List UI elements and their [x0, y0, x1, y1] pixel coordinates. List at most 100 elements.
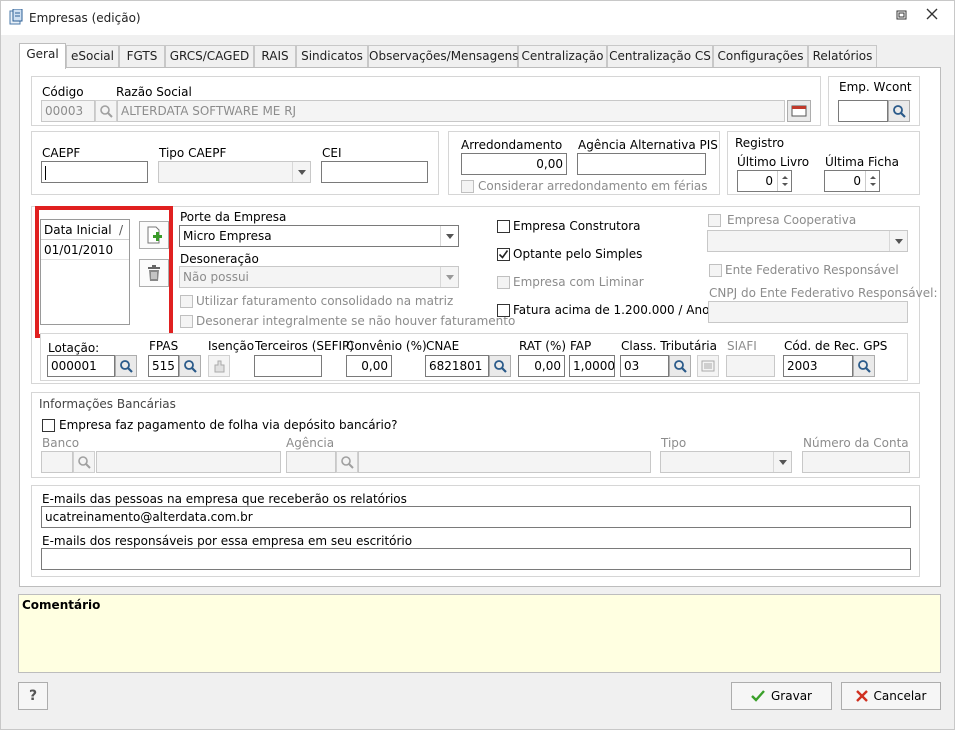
emp-wcont-field[interactable]: [838, 100, 888, 122]
tab-sindicatos[interactable]: Sindicatos: [296, 45, 368, 67]
gps-field[interactable]: 2003: [783, 355, 853, 377]
title-bar: Empresas (edição): [1, 1, 954, 35]
group-bancarias: Informações Bancárias Empresa faz pagame…: [31, 392, 920, 478]
search-icon: [100, 105, 113, 118]
fpas-field[interactable]: 515: [148, 355, 179, 377]
desonerar-checkbox[interactable]: [180, 315, 193, 328]
list-item[interactable]: 01/01/2010: [41, 240, 129, 260]
rat-label: RAT (%): [519, 339, 567, 353]
class-tributaria-field[interactable]: 03: [620, 355, 669, 377]
desonerar-label: Desonerar integralmente se não houver fa…: [196, 314, 516, 328]
tab-fgts[interactable]: FGTS: [119, 45, 165, 67]
registro-title: Registro: [735, 136, 785, 150]
utilizar-faturamento-checkbox[interactable]: [180, 295, 193, 308]
banco-name-field[interactable]: [96, 451, 281, 473]
emails-pessoas-label: E-mails das pessoas na empresa que receb…: [42, 492, 407, 506]
emails-responsaveis-field[interactable]: [41, 548, 911, 570]
agencia-pis-field[interactable]: [577, 153, 706, 175]
banco-search-button[interactable]: [73, 451, 95, 473]
gravar-button[interactable]: Gravar: [731, 682, 832, 710]
close-icon[interactable]: [926, 8, 938, 24]
tipo-caepf-select[interactable]: [158, 161, 311, 183]
cooperativa-select[interactable]: [707, 230, 908, 252]
add-date-button[interactable]: [139, 221, 169, 249]
arredondamento-field[interactable]: 0,00: [461, 153, 567, 175]
lotacao-field[interactable]: 000001: [47, 355, 115, 377]
class-tributaria-list-button[interactable]: [697, 355, 719, 377]
tab-esocial[interactable]: eSocial: [66, 45, 119, 67]
fap-field[interactable]: 1,0000: [569, 355, 615, 377]
agencia-name-field[interactable]: [358, 451, 651, 473]
group-identificacao: Código 00003 Razão Social ALTERDATA SOFT…: [31, 76, 821, 126]
cnae-search-button[interactable]: [489, 355, 511, 377]
chevron-down-icon: [773, 452, 791, 472]
spin-arrows-icon[interactable]: [865, 171, 879, 191]
tab-centralizacao-cs[interactable]: Centralização CS: [607, 45, 713, 67]
cancelar-button[interactable]: Cancelar: [841, 682, 941, 710]
tab-relatorios[interactable]: Relatórios: [808, 45, 877, 67]
codigo-field[interactable]: 00003: [41, 100, 95, 122]
siafi-field[interactable]: [726, 355, 775, 377]
fatura-acima-checkbox[interactable]: [497, 304, 510, 317]
emp-wcont-search-button[interactable]: [888, 100, 910, 122]
ultimo-livro-spinner[interactable]: 0: [737, 170, 792, 192]
porte-select[interactable]: Micro Empresa: [179, 225, 459, 247]
search-icon: [120, 360, 133, 373]
tab-centralizacao[interactable]: Centralização: [518, 45, 607, 67]
pagamento-deposito-checkbox[interactable]: [42, 419, 55, 432]
comentario-area[interactable]: Comentário: [18, 594, 941, 673]
razao-social-options-button[interactable]: [787, 100, 811, 122]
banco-code-field[interactable]: [41, 451, 73, 473]
terceiros-field[interactable]: [254, 355, 322, 377]
restore-icon[interactable]: [896, 9, 908, 25]
ente-federativo-checkbox[interactable]: [709, 264, 722, 277]
agencia-code-field[interactable]: [286, 451, 336, 473]
fpas-search-button[interactable]: [179, 355, 201, 377]
desoneracao-select[interactable]: Não possui: [179, 266, 459, 288]
tab-configuracoes[interactable]: Configurações: [713, 45, 808, 67]
considerar-arredondamento-checkbox[interactable]: [461, 180, 474, 193]
considerar-arredondamento-label: Considerar arredondamento em férias: [478, 179, 708, 193]
caepf-label: CAEPF: [42, 146, 81, 160]
cei-label: CEI: [322, 146, 342, 160]
empresa-liminar-checkbox[interactable]: [497, 276, 510, 289]
isencao-button[interactable]: [208, 355, 230, 377]
cancelar-label: Cancelar: [873, 689, 927, 703]
tab-grcs-caged[interactable]: GRCS/CAGED: [165, 45, 254, 67]
empresa-cooperativa-label: Empresa Cooperativa: [727, 213, 857, 227]
numero-conta-field[interactable]: [802, 451, 910, 473]
class-tributaria-label: Class. Tributária: [621, 339, 717, 353]
gps-search-button[interactable]: [853, 355, 875, 377]
list-icon: [701, 360, 715, 372]
tipo-select[interactable]: [660, 451, 792, 473]
ultimo-livro-label: Último Livro: [737, 155, 810, 169]
arredondamento-label: Arredondamento: [461, 138, 563, 152]
empresa-cooperativa-checkbox[interactable]: [708, 214, 721, 227]
ultima-ficha-spinner[interactable]: 0: [824, 170, 880, 192]
convenio-field[interactable]: 0,00: [346, 355, 392, 377]
empresa-liminar-label: Empresa com Liminar: [513, 275, 644, 289]
cnpj-ente-field[interactable]: [708, 301, 908, 323]
tab-rais[interactable]: RAIS: [254, 45, 296, 67]
empresa-construtora-checkbox[interactable]: [497, 220, 510, 233]
razao-social-label: Razão Social: [116, 85, 192, 99]
spin-arrows-icon[interactable]: [777, 171, 791, 191]
lotacao-search-button[interactable]: [115, 355, 137, 377]
cei-field[interactable]: [321, 161, 428, 183]
codigo-search-button[interactable]: [95, 100, 117, 122]
rat-field[interactable]: 0,00: [518, 355, 565, 377]
class-tributaria-search-button[interactable]: [669, 355, 691, 377]
cnae-field[interactable]: 6821801: [425, 355, 489, 377]
razao-social-field[interactable]: ALTERDATA SOFTWARE ME RJ: [117, 100, 785, 122]
tab-observacoes[interactable]: Observações/Mensagens: [368, 45, 519, 67]
optante-simples-checkbox[interactable]: [497, 248, 510, 261]
help-button[interactable]: ?: [18, 682, 48, 710]
caepf-field[interactable]: [41, 161, 148, 183]
agencia-search-button[interactable]: [336, 451, 358, 473]
emails-pessoas-field[interactable]: ucatreinamento@alterdata.com.br: [41, 506, 911, 528]
tab-geral[interactable]: Geral: [19, 43, 66, 69]
delete-date-button[interactable]: [139, 259, 169, 287]
data-inicial-header[interactable]: Data Inicial /: [41, 220, 129, 240]
group-caepf: CAEPF Tipo CAEPF CEI: [31, 131, 439, 195]
data-inicial-list[interactable]: Data Inicial / 01/01/2010: [40, 219, 130, 325]
